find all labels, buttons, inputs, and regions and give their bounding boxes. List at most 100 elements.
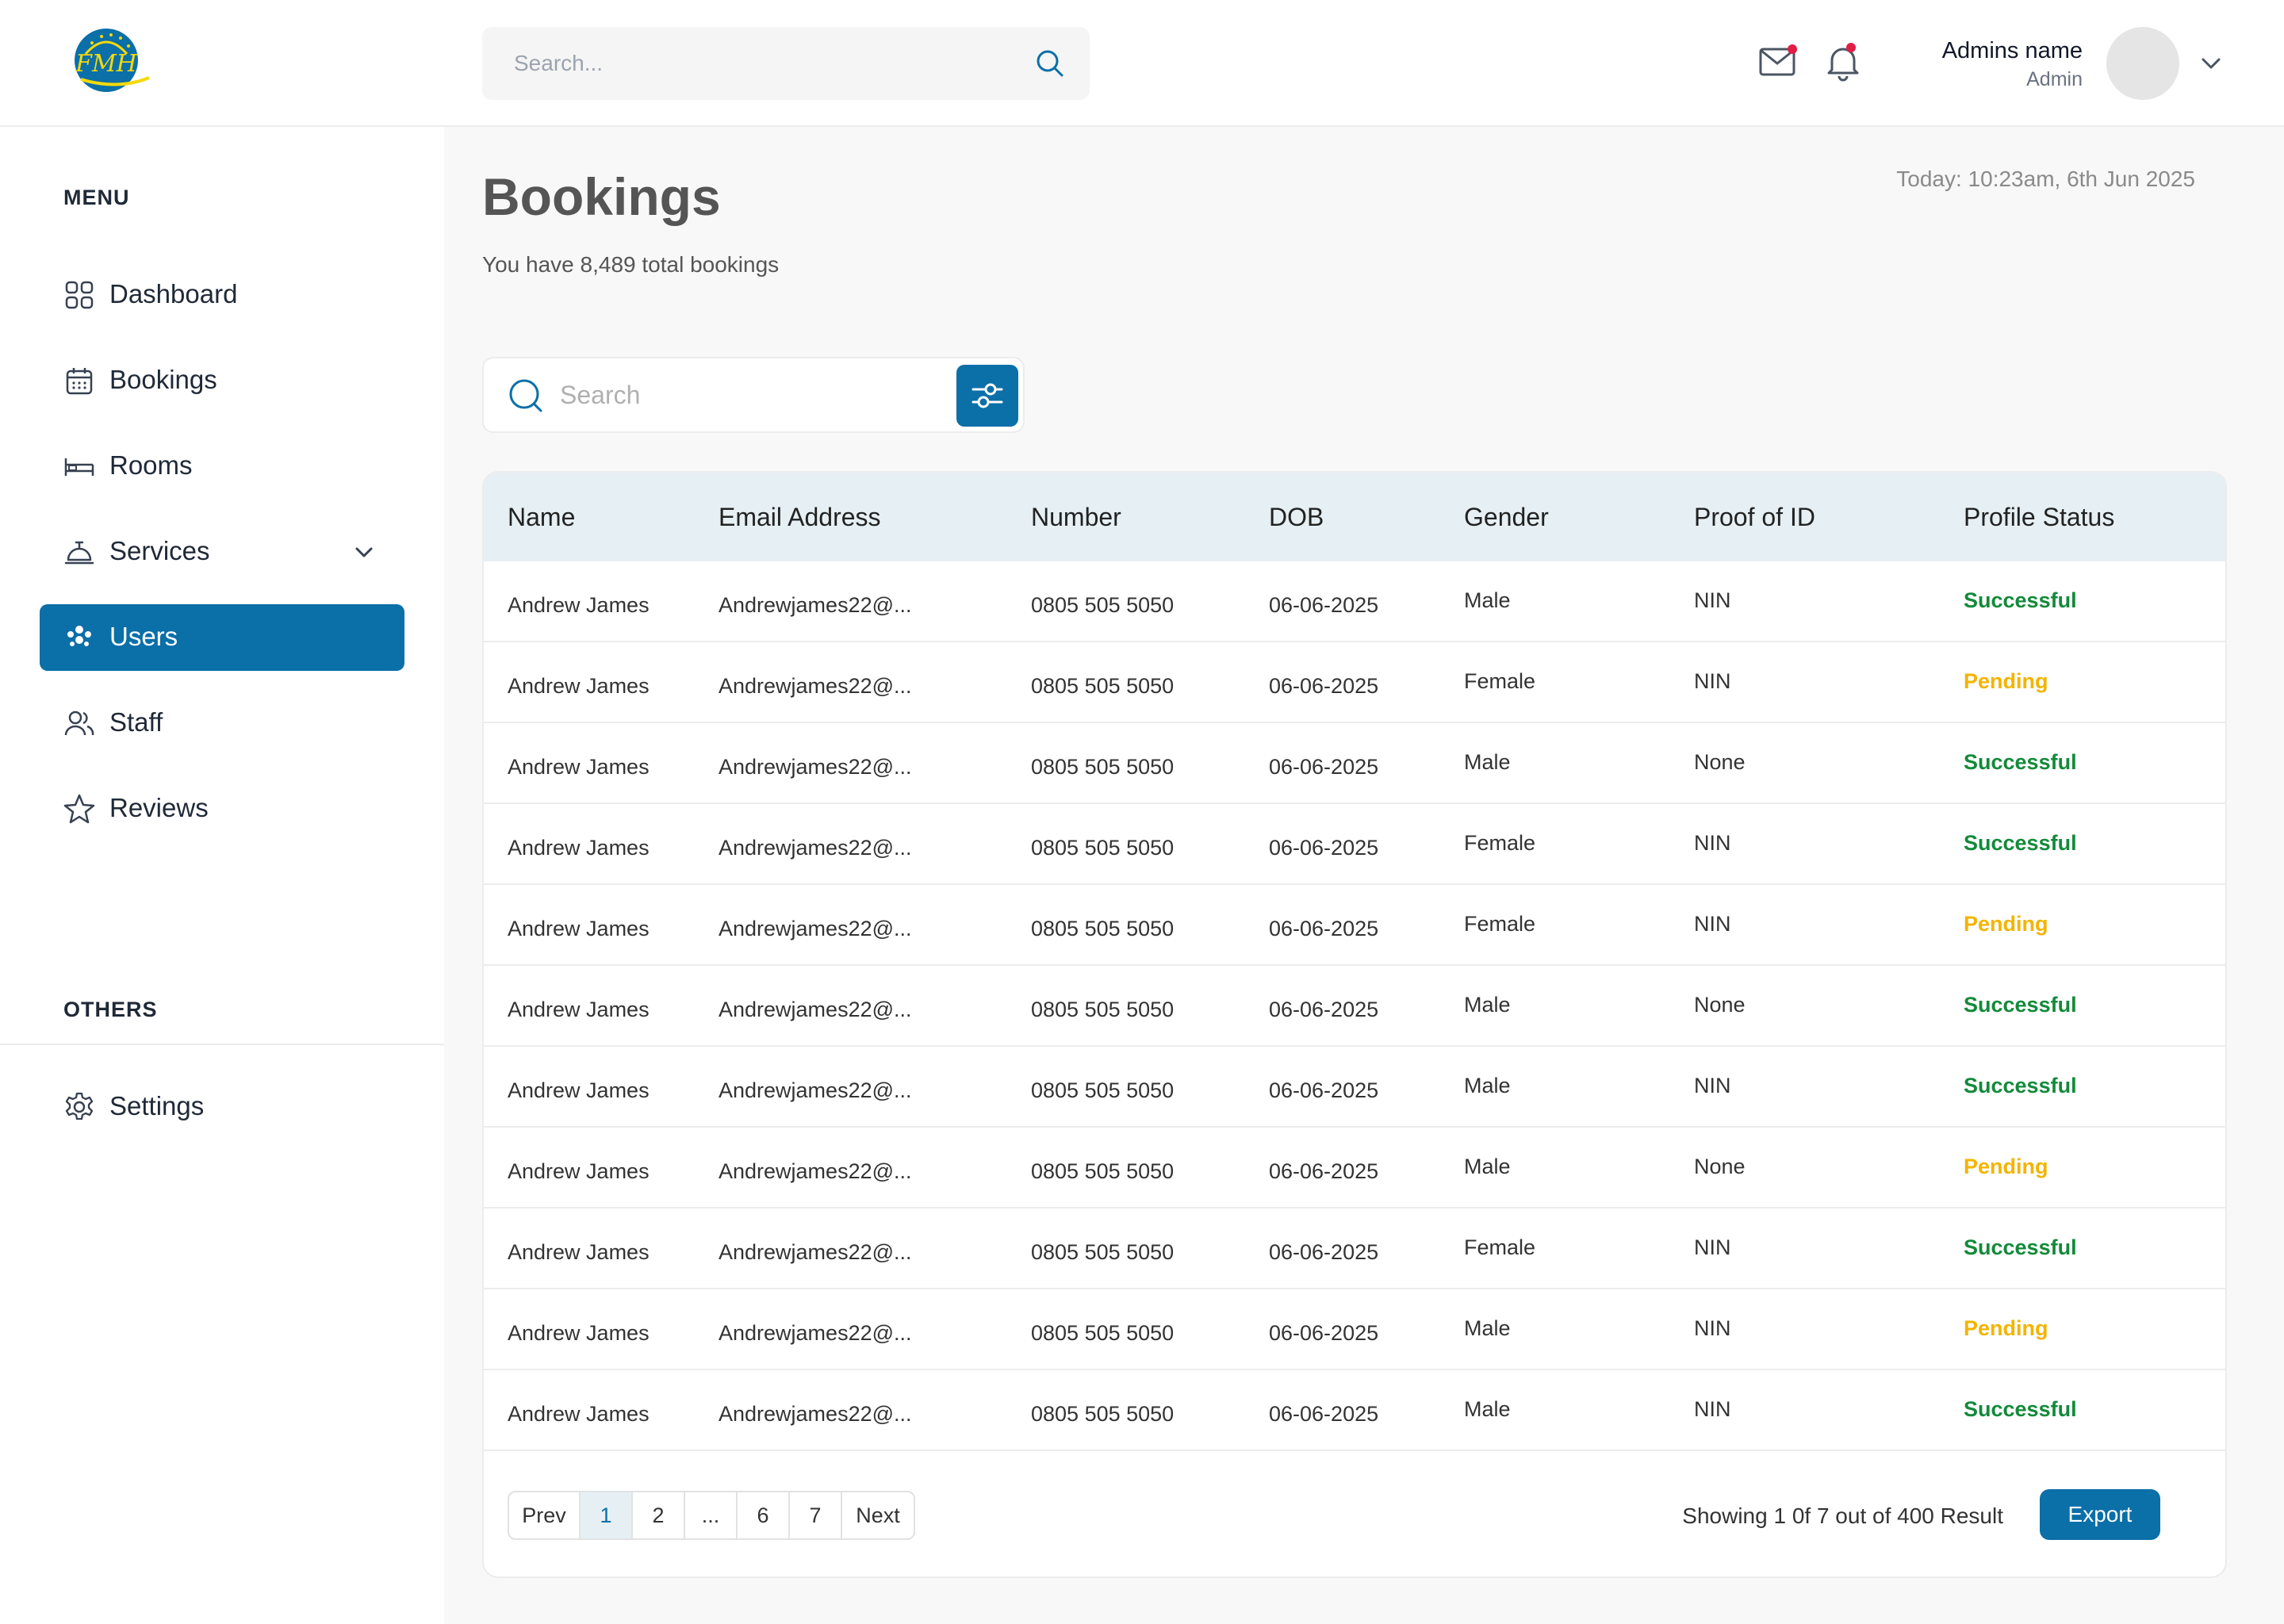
sliders-icon <box>971 383 1003 408</box>
cell-name: Andrew James <box>508 1402 650 1426</box>
cell-name: Andrew James <box>508 1321 650 1345</box>
cell-email: Andrewjames22@... <box>719 1402 912 1426</box>
avatar[interactable] <box>2106 27 2179 100</box>
cell-dob: 06-06-2025 <box>1269 674 1379 698</box>
admin-role: Admin <box>2026 68 2083 90</box>
cell-email: Andrewjames22@... <box>719 917 912 940</box>
cell-name: Andrew James <box>508 674 650 698</box>
cell-gender: Male <box>1464 1397 1511 1421</box>
bed-icon <box>64 458 94 476</box>
cell-number: 0805 505 5050 <box>1031 1402 1175 1426</box>
cell-gender: Male <box>1464 1074 1511 1097</box>
sidebar-item-reviews[interactable]: Reviews <box>40 776 404 842</box>
page-subtitle: You have 8,489 total bookings <box>482 252 780 277</box>
chevron-down-icon[interactable] <box>2198 52 2224 75</box>
page-ellipsis[interactable]: ... <box>685 1492 738 1538</box>
grid-icon <box>65 281 94 309</box>
table-row[interactable]: Andrew James Andrewjames22@... 0805 505 50… <box>484 1208 2225 1289</box>
table-row[interactable]: Andrew James Andrewjames22@... 0805 505 50… <box>484 561 2225 642</box>
table-row[interactable]: Andrew James Andrewjames22@... 0805 505 50… <box>484 642 2225 723</box>
results-summary: Showing 1 0f 7 out of 400 Result <box>1682 1503 2003 1528</box>
cell-email: Andrewjames22@... <box>719 836 912 860</box>
sidebar-item-settings[interactable]: Settings <box>40 1074 404 1140</box>
status-badge: Successful <box>1964 1397 2077 1421</box>
table-row[interactable]: Andrew James Andrewjames22@... 0805 505 50… <box>484 723 2225 804</box>
admin-name: Admins name <box>1941 38 2083 63</box>
table-search-placeholder: Search <box>560 381 641 409</box>
cell-number: 0805 505 5050 <box>1031 917 1175 940</box>
column-header-dob[interactable]: DOB <box>1269 503 1324 532</box>
fmh-logo[interactable]: FMH <box>70 22 152 98</box>
cell-dob: 06-06-2025 <box>1269 998 1379 1021</box>
service-bell-icon <box>64 541 94 565</box>
page-button-6[interactable]: 6 <box>738 1492 790 1538</box>
mail-button[interactable] <box>1757 41 1799 82</box>
sidebar-item-rooms[interactable]: Rooms <box>40 433 404 500</box>
cell-email: Andrewjames22@... <box>719 593 912 617</box>
next-page-button[interactable]: Next <box>842 1492 914 1538</box>
cell-proof-of-id: NIN <box>1694 831 1731 855</box>
column-header-proof[interactable]: Proof of ID <box>1694 503 1815 532</box>
sidebar: MENU Dashboard Bookings Rooms Services U… <box>0 127 444 1624</box>
table-row[interactable]: Andrew James Andrewjames22@... 0805 505 50… <box>484 804 2225 885</box>
table-row[interactable]: Andrew James Andrewjames22@... 0805 505 50… <box>484 1128 2225 1208</box>
cell-proof-of-id: NIN <box>1694 588 1731 612</box>
status-badge: Pending <box>1964 1316 2048 1340</box>
cell-email: Andrewjames22@... <box>719 998 912 1021</box>
cell-gender: Male <box>1464 1155 1511 1178</box>
page-button-1[interactable]: 1 <box>581 1492 633 1538</box>
chevron-down-icon[interactable] <box>352 541 376 565</box>
table-row[interactable]: Andrew James Andrewjames22@... 0805 505 50… <box>484 966 2225 1047</box>
column-header-number[interactable]: Number <box>1031 503 1121 532</box>
search-icon <box>509 379 542 412</box>
bell-icon <box>1827 48 1859 82</box>
column-header-name[interactable]: Name <box>508 503 575 532</box>
cell-proof-of-id: NIN <box>1694 1316 1731 1340</box>
column-header-email[interactable]: Email Address <box>719 503 881 532</box>
cell-email: Andrewjames22@... <box>719 1240 912 1264</box>
cell-dob: 06-06-2025 <box>1269 1321 1379 1345</box>
sidebar-item-label: Dashboard <box>109 279 238 308</box>
sidebar-item-label: Bookings <box>109 365 217 394</box>
cell-gender: Male <box>1464 750 1511 774</box>
sidebar-item-users[interactable]: Users <box>40 604 404 671</box>
global-search-input[interactable]: Search... <box>482 27 1090 100</box>
cell-gender: Male <box>1464 1316 1511 1340</box>
search-icon[interactable] <box>1034 48 1066 79</box>
others-heading: OTHERS <box>63 998 158 1021</box>
star-icon <box>63 794 95 824</box>
table-search-input[interactable]: Search <box>482 357 1025 433</box>
bell-notification-dot <box>1846 43 1856 52</box>
cell-dob: 06-06-2025 <box>1269 593 1379 617</box>
status-badge: Successful <box>1964 831 2077 855</box>
main-content: Bookings You have 8,489 total bookings T… <box>444 127 2284 1624</box>
page-button-2[interactable]: 2 <box>633 1492 685 1538</box>
table-row[interactable]: Andrew James Andrewjames22@... 0805 505 50… <box>484 1289 2225 1370</box>
cell-name: Andrew James <box>508 1159 650 1183</box>
filter-button[interactable] <box>956 365 1018 427</box>
cell-dob: 06-06-2025 <box>1269 1402 1379 1426</box>
column-header-gender[interactable]: Gender <box>1464 503 1549 532</box>
notifications-button[interactable] <box>1822 41 1864 82</box>
cell-number: 0805 505 5050 <box>1031 674 1175 698</box>
table-row[interactable]: Andrew James Andrewjames22@... 0805 505 50… <box>484 885 2225 966</box>
prev-page-button[interactable]: Prev <box>509 1492 581 1538</box>
sidebar-item-label: Settings <box>109 1091 205 1120</box>
export-button[interactable]: Export <box>2040 1489 2160 1540</box>
cell-dob: 06-06-2025 <box>1269 755 1379 779</box>
cell-name: Andrew James <box>508 1240 650 1264</box>
sidebar-item-label: Reviews <box>109 793 209 822</box>
sidebar-item-dashboard[interactable]: Dashboard <box>40 262 404 328</box>
cell-proof-of-id: None <box>1694 993 1746 1017</box>
status-badge: Pending <box>1964 912 2048 936</box>
table-row[interactable]: Andrew James Andrewjames22@... 0805 505 50… <box>484 1047 2225 1128</box>
cell-proof-of-id: NIN <box>1694 1235 1731 1259</box>
cell-email: Andrewjames22@... <box>719 674 912 698</box>
sidebar-item-services[interactable]: Services <box>40 519 404 585</box>
global-search-placeholder: Search... <box>514 51 604 75</box>
table-row[interactable]: Andrew James Andrewjames22@... 0805 505 50… <box>484 1370 2225 1451</box>
column-header-status[interactable]: Profile Status <box>1964 503 2114 532</box>
page-button-7[interactable]: 7 <box>790 1492 842 1538</box>
sidebar-item-bookings[interactable]: Bookings <box>40 347 404 414</box>
sidebar-item-staff[interactable]: Staff <box>40 690 404 756</box>
